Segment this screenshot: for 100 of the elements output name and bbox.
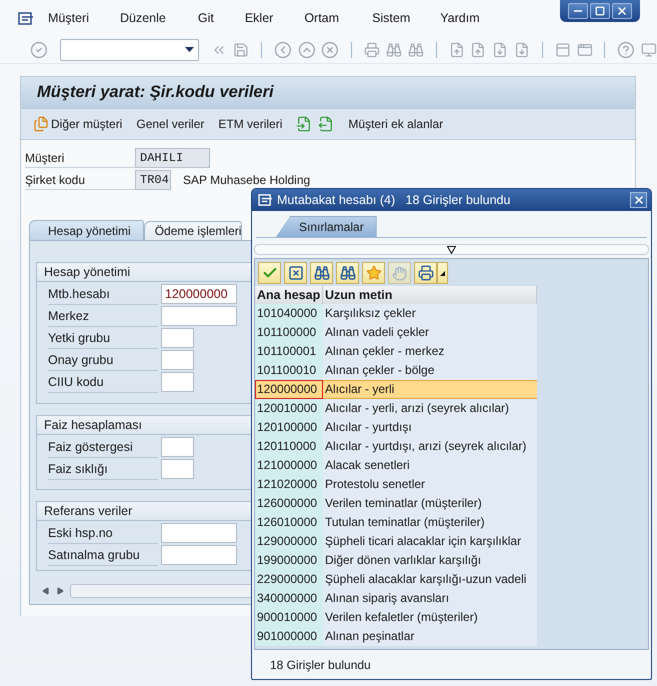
table-cell[interactable]: 101100001 [255, 342, 323, 361]
table-cell[interactable]: 120010000 [255, 399, 323, 418]
column-header[interactable]: Ana hesap [255, 286, 323, 304]
app-toolbar-button[interactable]: Genel veriler [136, 117, 204, 131]
binoculars-icon[interactable] [408, 42, 424, 58]
input-field[interactable] [161, 372, 194, 392]
readonly-field: DAHILI [135, 148, 210, 168]
table-cell[interactable]: Alınan sipariş avansları [323, 589, 537, 608]
menu-item[interactable]: Sistem [372, 11, 410, 25]
table-cell[interactable]: Alıcılar - yerli [323, 380, 537, 399]
menu-item[interactable]: Ortam [304, 11, 340, 25]
check-icon[interactable] [30, 40, 48, 58]
close-button[interactable] [612, 3, 632, 19]
table-cell[interactable]: Verilen kefaletler (müşteriler) [323, 608, 537, 627]
table-cell[interactable]: 101040000 [255, 304, 323, 323]
tab[interactable]: Ödeme işlemleri [144, 221, 242, 240]
table-cell[interactable]: Karşılıksız çekler [323, 304, 537, 323]
table-cell[interactable]: Şüpheli alacaklar karşılığı-uzun vadeli [323, 570, 537, 589]
scroll-left-icon[interactable] [42, 586, 50, 594]
monitor-icon[interactable] [641, 42, 657, 58]
table-cell[interactable]: 101100000 [255, 323, 323, 342]
column-header[interactable]: Uzun metin [323, 286, 537, 304]
input-field[interactable] [161, 523, 237, 543]
printer-icon[interactable] [364, 42, 380, 58]
close-button[interactable] [630, 192, 647, 208]
table-cell[interactable]: Alınan çekler - merkez [323, 342, 537, 361]
favorite-button[interactable] [362, 262, 385, 284]
search-button[interactable] [310, 262, 333, 284]
print-button[interactable] [414, 262, 437, 284]
input-field[interactable] [161, 328, 194, 348]
page-down-icon[interactable] [492, 42, 508, 58]
save-icon[interactable] [233, 42, 249, 58]
page-up-icon[interactable] [470, 42, 486, 58]
up-icon[interactable] [298, 40, 316, 58]
app-toolbar-button[interactable]: Diğer müşteri [33, 116, 122, 132]
confirm-button[interactable] [258, 262, 281, 284]
page-up-icon[interactable] [448, 42, 464, 58]
scroll-right-icon[interactable] [56, 586, 64, 594]
table-cell[interactable]: Alıcılar - yurtdışı [323, 418, 537, 437]
field-label: Faiz göstergesi [48, 436, 158, 458]
table-cell[interactable]: 199000000 [255, 551, 323, 570]
table-cell[interactable]: Alınan peşinatlar [323, 627, 537, 646]
cancel-button[interactable] [284, 262, 307, 284]
table-cell[interactable]: 120100000 [255, 418, 323, 437]
menu-icon[interactable] [18, 12, 34, 24]
input-field[interactable] [161, 350, 194, 370]
table-cell[interactable]: Tutulan teminatlar (müşteriler) [323, 513, 537, 532]
menu-item[interactable]: Müşteri [48, 11, 89, 25]
cancel-icon[interactable] [321, 40, 340, 58]
table-cell[interactable]: Şüpheli ticari alacaklar için karşılıklar [323, 532, 537, 551]
command-field[interactable] [60, 38, 200, 60]
minimize-button[interactable] [568, 3, 588, 19]
menu-item[interactable]: Git [198, 11, 214, 25]
table-cell[interactable]: 129000000 [255, 532, 323, 551]
window-icon[interactable] [554, 42, 571, 58]
table-cell[interactable]: Alınan çekler - bölge [323, 361, 537, 380]
table-cell[interactable]: Verilen teminatlar (müşteriler) [323, 494, 537, 513]
table-cell[interactable]: 101100010 [255, 361, 323, 380]
menu-item[interactable]: Düzenle [120, 11, 166, 25]
menu-icon[interactable] [258, 194, 273, 206]
input-field[interactable]: 120000000 [161, 284, 237, 304]
table-cell[interactable]: 229000000 [255, 570, 323, 589]
table-cell[interactable]: 900010000 [255, 608, 323, 627]
table-cell[interactable]: Alacak senetleri [323, 456, 537, 475]
table-cell[interactable]: Protestolu senetler [323, 475, 537, 494]
menu-item[interactable]: Ekler [244, 11, 274, 25]
tab[interactable]: Hesap yönetimi [29, 220, 144, 240]
table-cell[interactable]: Alıcılar - yurtdışı, arızi (seyrek alıcılar) [323, 437, 537, 456]
document-arrow-icon[interactable] [318, 116, 334, 132]
binoculars-icon[interactable] [386, 42, 402, 58]
table-cell[interactable]: 120110000 [255, 437, 323, 456]
table-cell[interactable]: 126000000 [255, 494, 323, 513]
table-cell[interactable]: 120000000 [255, 380, 323, 399]
input-field[interactable] [161, 306, 237, 326]
window-icon[interactable] [576, 42, 592, 58]
search-more-button[interactable] [336, 262, 359, 284]
table-cell[interactable]: 121000000 [255, 456, 323, 475]
input-field[interactable] [161, 545, 237, 565]
maximize-button[interactable] [590, 3, 610, 19]
document-arrow-icon[interactable] [296, 116, 312, 132]
page-down-icon[interactable] [514, 42, 530, 58]
input-field[interactable] [161, 459, 194, 479]
table-cell[interactable]: Alınan vadeli çekler [323, 323, 537, 342]
app-toolbar-button[interactable]: ETM verileri [218, 117, 282, 131]
table-cell[interactable]: 126010000 [255, 513, 323, 532]
dropdown-button[interactable] [437, 262, 448, 284]
table-cell[interactable]: 340000000 [255, 589, 323, 608]
tab[interactable]: Sınırlamalar [276, 216, 377, 237]
input-field[interactable] [161, 437, 194, 457]
table-cell[interactable]: 901000000 [255, 627, 323, 646]
collapse-icon[interactable] [447, 246, 456, 254]
help-icon[interactable] [617, 40, 636, 58]
status-text: 18 Girişler bulundu [270, 658, 371, 672]
menu-item[interactable]: Yardım [440, 11, 480, 25]
app-toolbar-button[interactable]: Müşteri ek alanlar [348, 117, 444, 131]
table-cell[interactable]: 121020000 [255, 475, 323, 494]
table-cell[interactable]: Diğer dönen varlıklar karşılığı [323, 551, 537, 570]
field-label: Yetki grubu [48, 328, 158, 348]
table-cell[interactable]: Alıcılar - yerli, arızi (seyrek alıcılar) [323, 399, 537, 418]
back-icon[interactable] [274, 40, 292, 58]
